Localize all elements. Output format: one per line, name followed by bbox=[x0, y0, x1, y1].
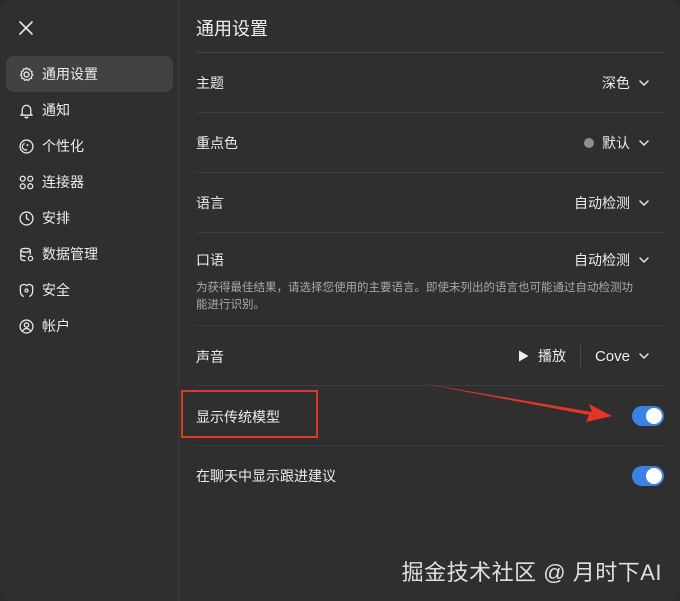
close-icon bbox=[19, 21, 33, 35]
theme-label: 主题 bbox=[196, 75, 224, 91]
sidebar-item-label: 帐户 bbox=[42, 318, 70, 334]
connectors-icon bbox=[17, 173, 35, 191]
spoken-language-select[interactable]: 自动检测 bbox=[574, 250, 650, 270]
chevron-down-icon bbox=[639, 353, 649, 359]
play-icon bbox=[518, 350, 529, 362]
chevron-down-icon bbox=[639, 80, 649, 86]
sidebar-nav: 通用设置 通知 个性化 连接器 安排 数据管理 安全 帐户 bbox=[6, 56, 173, 344]
voice-select[interactable]: Cove bbox=[595, 348, 650, 365]
spoken-language-description: 为获得最佳结果，请选择您使用的主要语言。即使未列出的语言也可能通过自动检测功能进… bbox=[196, 282, 633, 311]
sidebar-item-label: 安排 bbox=[42, 210, 70, 226]
accent-select[interactable]: 默认 bbox=[584, 133, 650, 153]
personalize-icon bbox=[17, 137, 35, 155]
legacy-models-toggle[interactable] bbox=[632, 406, 664, 426]
annotation-highlight-box bbox=[181, 390, 318, 438]
sidebar-item-label: 数据管理 bbox=[42, 246, 98, 262]
theme-select[interactable]: 深色 bbox=[602, 73, 650, 93]
chevron-down-icon bbox=[639, 257, 649, 263]
followup-suggestions-toggle[interactable] bbox=[632, 466, 664, 486]
sidebar-item-general[interactable]: 通用设置 bbox=[6, 56, 173, 92]
accent-color-dot bbox=[584, 138, 594, 148]
sidebar-divider bbox=[178, 0, 179, 601]
sidebar-item-notifications[interactable]: 通知 bbox=[6, 92, 173, 128]
spoken-language-row: 口语 自动检测 为获得最佳结果，请选择您使用的主要语言。即使未列出的语言也可能通… bbox=[196, 233, 664, 326]
accent-value: 默认 bbox=[602, 135, 630, 151]
toggle-knob bbox=[646, 468, 662, 484]
sidebar-item-data-controls[interactable]: 数据管理 bbox=[6, 236, 173, 272]
gear-icon bbox=[17, 65, 35, 83]
language-value: 自动检测 bbox=[574, 195, 630, 211]
watermark: 掘金技术社区 @ 月时下AI bbox=[401, 560, 662, 585]
shield-icon bbox=[17, 281, 35, 299]
sidebar-item-account[interactable]: 帐户 bbox=[6, 308, 173, 344]
sidebar-item-label: 个性化 bbox=[42, 138, 84, 154]
spoken-language-label: 口语 bbox=[196, 252, 224, 268]
followup-suggestions-row: 在聊天中显示跟进建议 bbox=[196, 446, 664, 506]
voice-label: 声音 bbox=[196, 349, 224, 365]
close-button[interactable] bbox=[16, 18, 36, 38]
followup-suggestions-label: 在聊天中显示跟进建议 bbox=[196, 468, 336, 484]
sidebar: 通用设置 通知 个性化 连接器 安排 数据管理 安全 帐户 bbox=[0, 0, 178, 601]
settings-window: 通用设置 通知 个性化 连接器 安排 数据管理 安全 帐户 通用设置 主题 深色… bbox=[0, 0, 680, 601]
accent-label: 重点色 bbox=[196, 135, 238, 151]
sidebar-item-schedule[interactable]: 安排 bbox=[6, 200, 173, 236]
voice-separator bbox=[579, 345, 581, 367]
sidebar-item-personalization[interactable]: 个性化 bbox=[6, 128, 173, 164]
theme-value: 深色 bbox=[602, 75, 630, 91]
sidebar-item-security[interactable]: 安全 bbox=[6, 272, 173, 308]
chevron-down-icon bbox=[639, 140, 649, 146]
clock-icon bbox=[17, 209, 35, 227]
play-label: 播放 bbox=[537, 348, 566, 364]
language-label: 语言 bbox=[196, 195, 224, 211]
language-row: 语言 自动检测 bbox=[196, 173, 664, 233]
voice-controls: 播放 Cove bbox=[518, 345, 650, 367]
theme-row: 主题 深色 bbox=[196, 53, 664, 113]
sidebar-item-label: 通知 bbox=[42, 102, 70, 118]
sidebar-item-connectors[interactable]: 连接器 bbox=[6, 164, 173, 200]
settings-panel: 通用设置 主题 深色 重点色 默认 语言 自动检测 口语 自动检测 为获得最佳结… bbox=[196, 0, 664, 601]
sidebar-item-label: 连接器 bbox=[42, 174, 84, 190]
play-button[interactable]: 播放 bbox=[518, 346, 580, 366]
accent-row: 重点色 默认 bbox=[196, 113, 664, 173]
toggle-knob bbox=[646, 408, 662, 424]
account-icon bbox=[17, 317, 35, 335]
spoken-language-value: 自动检测 bbox=[574, 252, 630, 268]
sidebar-item-label: 通用设置 bbox=[42, 66, 98, 82]
database-icon bbox=[17, 245, 35, 263]
chevron-down-icon bbox=[639, 200, 649, 206]
voice-row: 声音 播放 Cove bbox=[196, 326, 664, 386]
bell-icon bbox=[17, 101, 35, 119]
sidebar-item-label: 安全 bbox=[42, 282, 70, 298]
voice-value: Cove bbox=[594, 347, 630, 365]
page-title: 通用设置 bbox=[196, 19, 268, 39]
language-select[interactable]: 自动检测 bbox=[574, 193, 650, 213]
